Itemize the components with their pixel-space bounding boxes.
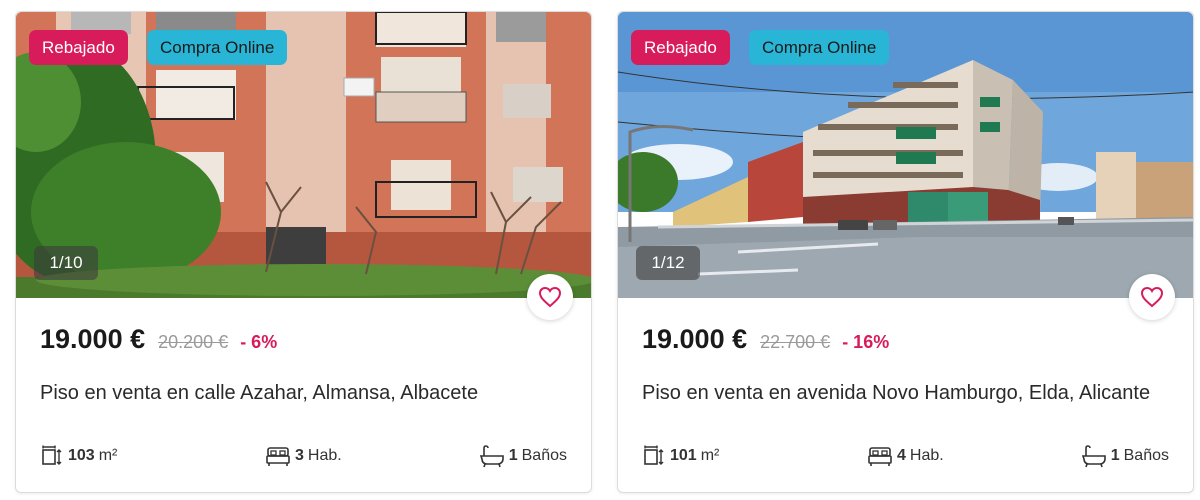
- online-purchase-badge: Compra Online: [749, 30, 890, 65]
- favorite-button[interactable]: [527, 274, 573, 320]
- price-row: 19.000 € 22.700 € - 16%: [642, 324, 889, 355]
- feature-area: 101 m²: [642, 444, 719, 468]
- baths-value: 1: [1110, 447, 1120, 464]
- feature-bathrooms: 1 Baños: [479, 444, 567, 468]
- previous-price: 22.700 €: [760, 332, 831, 352]
- photo-counter: 1/12: [636, 246, 700, 280]
- listing-title[interactable]: Piso en venta en calle Azahar, Almansa, …: [40, 382, 478, 405]
- heart-icon: [538, 286, 562, 308]
- discounted-badge: Rebajado: [631, 30, 730, 65]
- photo-counter: 1/10: [34, 246, 98, 280]
- heart-icon: [1140, 286, 1164, 308]
- online-purchase-badge: Compra Online: [147, 30, 288, 65]
- rooms-label: Hab.: [909, 447, 944, 464]
- baths-label: Baños: [1123, 447, 1169, 464]
- bed-icon: [266, 447, 290, 466]
- favorite-button[interactable]: [1129, 274, 1175, 320]
- area-icon: [644, 445, 664, 465]
- price-row: 19.000 € 20.200 € - 6%: [40, 324, 277, 355]
- feature-rooms: 4 Hab.: [867, 444, 944, 468]
- feature-area: 103 m²: [40, 444, 117, 468]
- discount-percent: - 6%: [240, 332, 278, 352]
- bath-icon: [1081, 445, 1106, 468]
- feature-rooms: 3 Hab.: [265, 444, 342, 468]
- area-value: 101: [670, 447, 697, 464]
- listing-title[interactable]: Piso en venta en avenida Novo Hamburgo, …: [642, 382, 1150, 405]
- previous-price: 20.200 €: [158, 332, 229, 352]
- current-price: 19.000 €: [642, 324, 748, 354]
- area-icon: [42, 445, 62, 465]
- rooms-value: 4: [897, 447, 906, 464]
- listing-card[interactable]: Rebajado Compra Online 1/12 19.000 € 22.…: [617, 11, 1194, 493]
- rooms-label: Hab.: [307, 447, 342, 464]
- rooms-value: 3: [295, 447, 304, 464]
- area-unit: m²: [98, 447, 118, 464]
- feature-bathrooms: 1 Baños: [1081, 444, 1169, 468]
- area-unit: m²: [700, 447, 720, 464]
- baths-label: Baños: [521, 447, 567, 464]
- current-price: 19.000 €: [40, 324, 146, 354]
- listing-features: 103 m² 3 Hab. 1 Baños: [40, 444, 567, 472]
- area-value: 103: [68, 447, 95, 464]
- bed-icon: [868, 447, 892, 466]
- baths-value: 1: [508, 447, 518, 464]
- listing-features: 101 m² 4 Hab. 1 Baños: [642, 444, 1169, 472]
- bath-icon: [479, 445, 504, 468]
- discounted-badge: Rebajado: [29, 30, 128, 65]
- listing-card[interactable]: Rebajado Compra Online 1/10 19.000 € 20.…: [15, 11, 592, 493]
- discount-percent: - 16%: [842, 332, 890, 352]
